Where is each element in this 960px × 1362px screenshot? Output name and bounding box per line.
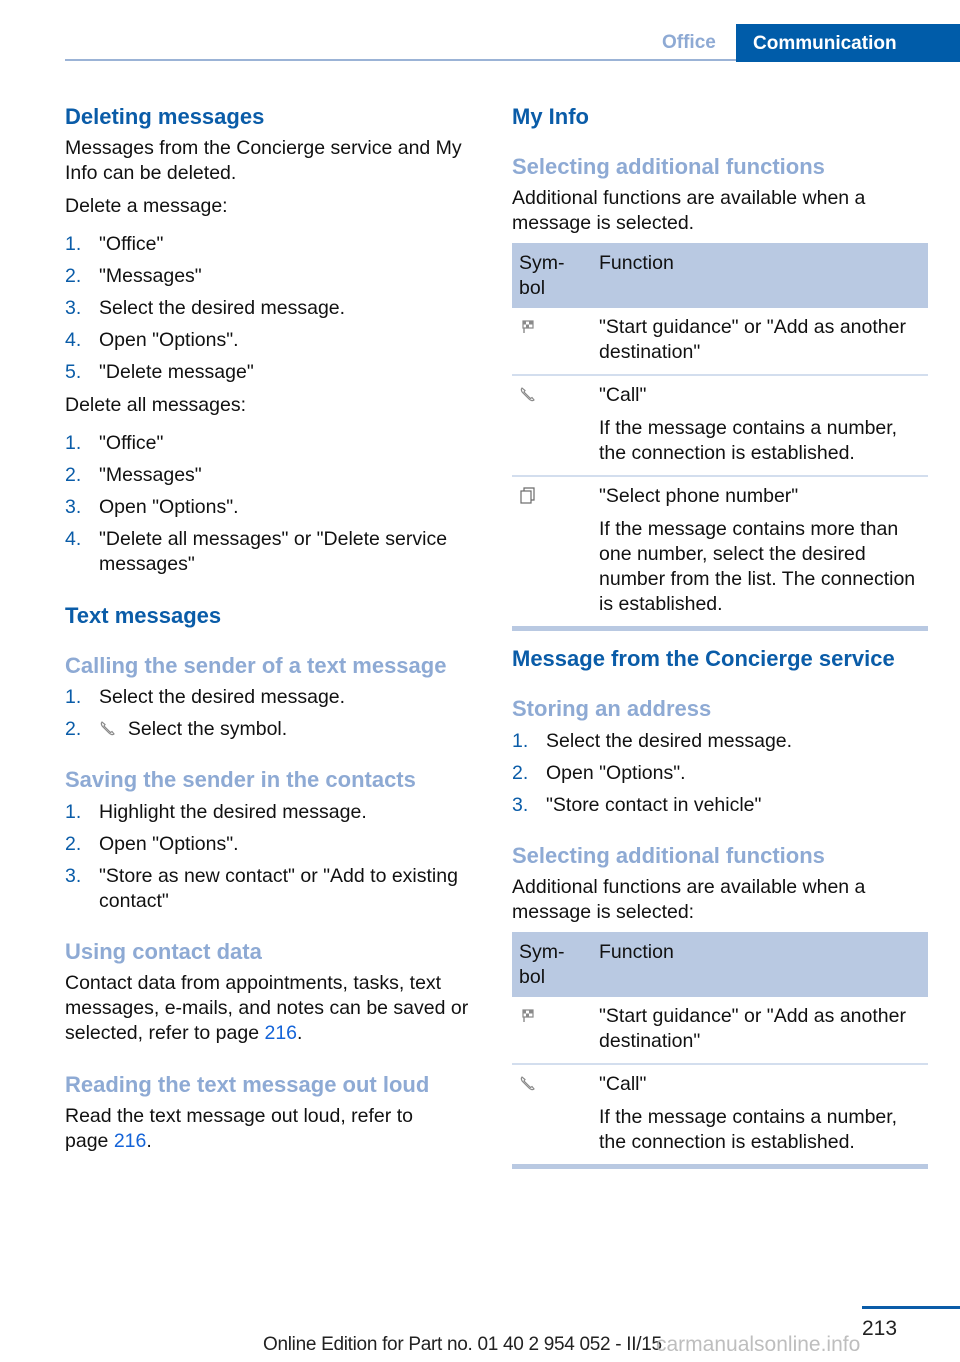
list-item: 4. Open "Options".	[65, 329, 239, 351]
table-row: "Call" If the message contains a number,…	[512, 376, 928, 477]
phone-handset-icon	[519, 385, 537, 403]
header-rule	[65, 59, 737, 61]
list-item: 3. Select the desired message.	[65, 297, 346, 319]
list-item: 2. "Messages"	[65, 464, 202, 486]
heading-deleting-messages: Deleting messages	[65, 104, 265, 129]
page-link[interactable]: 216	[114, 1130, 147, 1152]
list-item: 4. "Delete all messages" or "Delete servi…	[65, 528, 448, 575]
column-header-function: Function	[599, 252, 674, 274]
table-row: "Call" If the message contains a number,…	[512, 1065, 928, 1169]
header-section-office: Office	[662, 32, 716, 53]
list-item: 1. Select the desired message.	[512, 730, 793, 752]
my-info-intro: Additional functions are available when …	[512, 187, 866, 234]
destination-flag-icon	[519, 317, 537, 335]
heading-using-contact-data: Using contact data	[65, 939, 262, 964]
my-info-function-table: Sym-bol Function "Start guidance" or "Ad…	[512, 243, 928, 631]
heading-selecting-additional-functions-2: Selecting additional functions	[512, 843, 825, 868]
table-row: "Start guidance" or "Add as another dest…	[512, 308, 928, 376]
list-item: 1. "Office"	[65, 432, 164, 454]
table-row: "Select phone number" If the message con…	[512, 477, 928, 631]
phone-handset-icon	[99, 719, 117, 737]
list-item: 3. Open "Options".	[65, 496, 239, 518]
list-item: 1. "Office"	[65, 233, 164, 255]
table-row: "Start guidance" or "Add as another dest…	[512, 997, 928, 1065]
list-item: 2. Select the symbol.	[65, 718, 288, 740]
edition-note: Online Edition for Part no. 01 40 2 954 …	[263, 1334, 662, 1355]
table-header: Sym-bol Function	[512, 932, 928, 997]
contact-data-text: Contact data from appointments, tasks, t…	[65, 972, 469, 1044]
heading-saving-sender: Saving the sender in the contacts	[65, 767, 416, 792]
phone-handset-icon	[519, 1074, 537, 1092]
list-item: 2. Open "Options".	[512, 762, 686, 784]
concierge-function-table: Sym-bol Function "Start guidance" or "Ad…	[512, 932, 928, 1169]
delete-single-label: Delete a message:	[65, 195, 228, 217]
destination-flag-icon	[519, 1006, 537, 1024]
heading-calling-sender: Calling the sender of a text message	[65, 653, 447, 678]
heading-storing-address: Storing an address	[512, 696, 712, 721]
page-number: 213	[862, 1317, 898, 1340]
list-item: 3. "Store contact in vehicle"	[512, 794, 762, 816]
heading-concierge-message: Message from the Concierge service	[512, 646, 895, 671]
select-number-icon	[519, 486, 537, 504]
column-header-symbol: Sym-bol	[519, 252, 565, 299]
list-item: 5. "Delete message"	[65, 361, 254, 383]
heading-text-messages: Text messages	[65, 603, 222, 628]
reading-text: Read the text message out loud, refer to…	[65, 1105, 413, 1152]
column-header-function: Function	[599, 941, 674, 963]
list-item: 1. Highlight the desired message.	[65, 801, 367, 823]
list-item: 3. "Store as new contact" or "Add to exis…	[65, 865, 458, 912]
page-link[interactable]: 216	[264, 1022, 297, 1044]
list-item: 2. Open "Options".	[65, 833, 239, 855]
list-item: 1. Select the desired message.	[65, 686, 346, 708]
footer-rule	[862, 1306, 960, 1309]
header-chapter-tab: Communication	[736, 24, 960, 62]
table-header: Sym-bol Function	[512, 243, 928, 308]
watermark: carmanualsonline.info	[656, 1333, 861, 1356]
deleting-intro: Messages from the Concierge service and …	[65, 137, 462, 184]
heading-my-info: My Info	[512, 104, 589, 129]
column-header-symbol: Sym-bol	[519, 941, 565, 988]
list-item: 2. "Messages"	[65, 265, 202, 287]
concierge-additional-intro: Additional functions are available when …	[512, 876, 866, 923]
heading-reading-out-loud: Reading the text message out loud	[65, 1072, 430, 1097]
delete-all-label: Delete all messages:	[65, 394, 247, 416]
heading-selecting-additional-functions: Selecting additional functions	[512, 154, 825, 179]
